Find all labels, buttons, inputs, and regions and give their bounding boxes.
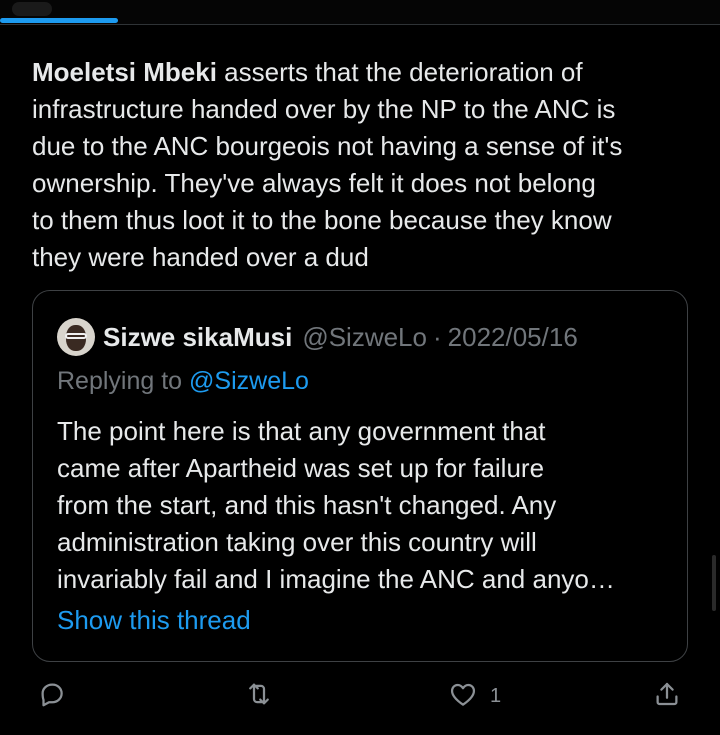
quote-date[interactable]: 2022/05/16 — [448, 322, 578, 353]
tweet-body: asserts that the deterioration of infras… — [32, 57, 623, 272]
tweet-author-mention[interactable]: Moeletsi Mbeki — [32, 57, 217, 87]
like-button[interactable]: 1 — [448, 680, 501, 712]
reply-button[interactable] — [37, 680, 67, 712]
replying-to-line: Replying to @SizweLo — [57, 367, 309, 396]
quote-header: Sizwe sikaMusi @SizweLo · 2022/05/16 — [57, 317, 578, 357]
quote-body: The point here is that any government th… — [57, 416, 615, 594]
share-icon — [652, 679, 682, 714]
like-icon — [448, 679, 478, 714]
header-blur — [12, 2, 52, 16]
replying-to-link[interactable]: @SizweLo — [189, 367, 309, 395]
retweet-button[interactable] — [244, 680, 274, 712]
avatar[interactable] — [57, 318, 95, 356]
separator-dot: · — [432, 321, 442, 352]
like-count: 1 — [490, 684, 502, 707]
top-bar — [0, 0, 720, 25]
active-tab-indicator — [0, 18, 118, 23]
quote-author-name[interactable]: Sizwe sikaMusi — [103, 322, 292, 353]
replying-prefix: Replying to — [57, 367, 190, 395]
quoted-tweet-card[interactable]: Sizwe sikaMusi @SizweLo · 2022/05/16 Rep… — [32, 290, 688, 662]
avatar-glasses — [65, 333, 87, 339]
scrollbar-thumb[interactable] — [712, 555, 716, 611]
quote-author-handle[interactable]: @SizweLo — [302, 322, 427, 353]
tweet-actions: 1 — [0, 674, 720, 718]
show-thread-link[interactable]: Show this thread — [57, 605, 251, 636]
tweet-text: Moeletsi Mbeki asserts that the deterior… — [32, 54, 704, 276]
reply-icon — [37, 679, 67, 714]
retweet-icon — [244, 679, 274, 714]
share-button[interactable] — [652, 680, 682, 712]
